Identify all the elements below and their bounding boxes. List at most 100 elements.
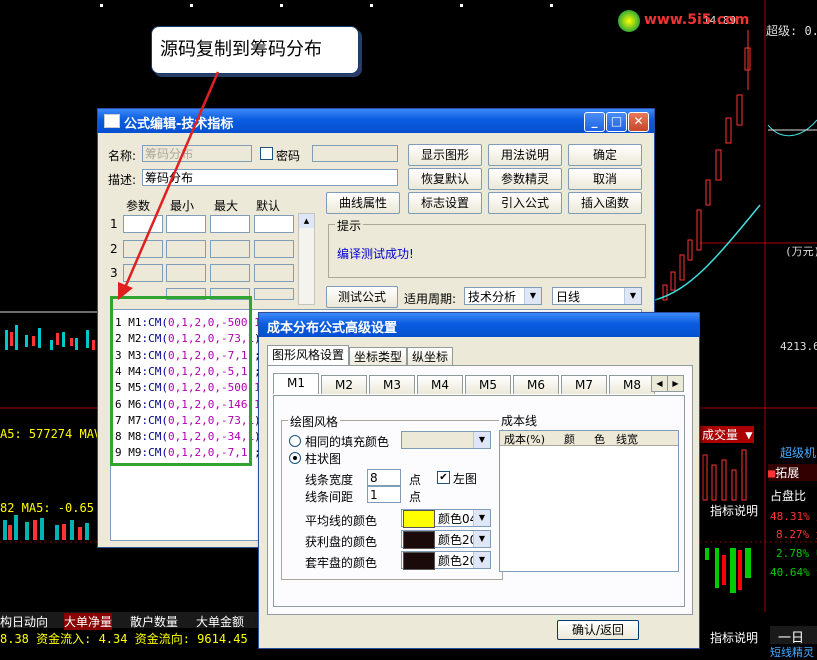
profit-color-select[interactable]: 颜色20 ▼ (401, 530, 491, 549)
param-cell[interactable] (166, 240, 206, 258)
close-button[interactable]: ✕ (628, 112, 649, 132)
m-tab-m2[interactable]: M2 (321, 375, 367, 394)
cancel-button[interactable]: 取消 (568, 168, 642, 190)
m-tab-m5[interactable]: M5 (465, 375, 511, 394)
same-fill-radio[interactable] (289, 435, 301, 447)
indicator-help-1[interactable]: 指标说明 (710, 502, 758, 519)
editor-title: 公式编辑-技术指标 (124, 117, 234, 132)
avg-color-swatch (403, 510, 435, 528)
bottom-status: 8.38 资金流入: 4.34 资金流向: 9614.45 (0, 632, 248, 646)
minimize-button[interactable]: _ (584, 112, 605, 132)
desc-label: 描述: (108, 173, 137, 187)
scroll-right-icon[interactable]: ▶ (667, 375, 684, 392)
name-label: 名称: (108, 149, 137, 163)
param-cell[interactable] (210, 215, 250, 233)
tab-y-axis[interactable]: 纵坐标 (407, 347, 453, 366)
left-chart-checkbox[interactable]: ✔ (437, 471, 450, 484)
param-cell[interactable] (254, 264, 294, 282)
tab-goujri[interactable]: 构日动向 (0, 613, 48, 630)
param-cell[interactable] (254, 215, 294, 233)
param-cell[interactable] (210, 264, 250, 282)
pct-1: 48.31% 超 (770, 510, 817, 523)
test-formula-button[interactable]: 测试公式 (326, 286, 398, 308)
cost-header-color1[interactable]: 颜 (564, 431, 575, 447)
line-width-field[interactable]: 8 (367, 469, 401, 486)
m-tab-m6[interactable]: M6 (513, 375, 559, 394)
tuozhan-label: 拓展 (775, 466, 800, 480)
maximize-button[interactable]: □ (606, 112, 627, 132)
bar-chart-radio[interactable] (289, 452, 301, 464)
indicator-help-2[interactable]: 指标说明 (710, 629, 758, 646)
param-row-num: 3 (110, 266, 118, 280)
tab-coord-type[interactable]: 坐标类型 (349, 347, 407, 366)
param-scrollbar[interactable]: ▲ (298, 213, 315, 305)
trapped-color-label: 套牢盘的颜色 (305, 556, 378, 570)
pct-2: 8.27% 大 (776, 528, 817, 541)
insert-function-button[interactable]: 插入函数 (568, 192, 642, 214)
param-header-default: 默认 (256, 199, 281, 213)
advanced-titlebar[interactable]: 成本分布公式高级设置 (259, 313, 699, 337)
m-tabs: M1 M2 M3 M4 M5 M6 M7 M8 (273, 373, 683, 397)
trapped-color-swatch (403, 552, 435, 570)
desc-field[interactable]: 筹码分布 (142, 169, 398, 186)
tab-dadan-jine[interactable]: 大单金额 (196, 613, 244, 630)
cost-header-width[interactable]: 线宽 (616, 431, 638, 447)
m-tab-m7[interactable]: M7 (561, 375, 607, 394)
password-checkbox[interactable] (260, 147, 273, 160)
tuozhan-button[interactable]: ■拓展 (768, 464, 817, 481)
name-field[interactable]: 筹码分布 (142, 145, 252, 162)
param-cell[interactable] (254, 240, 294, 258)
period-type-select[interactable]: 技术分析 ▼ (464, 287, 542, 305)
m-tab-m8[interactable]: M8 (609, 375, 655, 394)
scroll-left-icon[interactable]: ◀ (651, 375, 668, 392)
param-cell[interactable] (123, 264, 163, 282)
chaoji-label: 超级机 (780, 446, 817, 460)
param-cell[interactable] (166, 264, 206, 282)
hint-group: 提示 编译测试成功! (328, 217, 646, 278)
line-gap-field[interactable]: 1 (367, 486, 401, 503)
advanced-settings-dialog: 成本分布公式高级设置 图形风格设置 坐标类型 纵坐标 M1 M2 M3 M4 M5 M6 M… (258, 312, 700, 649)
m-tab-scroll[interactable]: ◀ ▶ (651, 375, 684, 392)
logo-icon (618, 10, 640, 32)
param-cell[interactable] (166, 215, 206, 233)
m-tab-m3[interactable]: M3 (369, 375, 415, 394)
cost-line-caption: 成本线 (499, 412, 540, 429)
m-tab-m4[interactable]: M4 (417, 375, 463, 394)
tab-graph-style[interactable]: 图形风格设置 (267, 345, 349, 366)
trapped-color-select[interactable]: 颜色20 ▼ (401, 551, 491, 570)
ok-button[interactable]: 确定 (568, 144, 642, 166)
param-cell[interactable] (123, 240, 163, 258)
password-field[interactable] (312, 145, 398, 162)
chevron-down-icon: ▼ (473, 552, 490, 568)
param-cell[interactable] (254, 288, 294, 300)
pct-3: 2.78% 中 (776, 547, 817, 560)
axis-unit-label: (万元) (785, 245, 817, 258)
cost-list-header: 成本(%) 颜 色 线宽 (500, 431, 678, 446)
tab-dadan-jingliang[interactable]: 大单净量 (64, 613, 113, 630)
same-fill-label: 相同的填充颜色 (305, 435, 390, 449)
confirm-return-button[interactable]: 确认/返回 (557, 620, 639, 640)
period-select[interactable]: 日线 ▼ (552, 287, 642, 305)
show-graph-button[interactable]: 显示图形 (408, 144, 482, 166)
param-cell[interactable] (210, 240, 250, 258)
cost-line-list[interactable]: 成本(%) 颜 色 线宽 (499, 430, 679, 572)
usage-button[interactable]: 用法说明 (488, 144, 562, 166)
param-wizard-button[interactable]: 参数精灵 (488, 168, 562, 190)
import-formula-button[interactable]: 引入公式 (488, 192, 562, 214)
axis-value: 4213.6 (780, 340, 817, 353)
avg-color-select[interactable]: 颜色04 ▼ (401, 509, 491, 528)
curve-props-button[interactable]: 曲线属性 (326, 192, 400, 214)
m-tab-m1[interactable]: M1 (273, 373, 319, 394)
cost-header-percent[interactable]: 成本(%) (504, 431, 545, 447)
draw-style-caption: 绘图风格 (288, 413, 341, 430)
flag-settings-button[interactable]: 标志设置 (408, 192, 482, 214)
scroll-up-icon[interactable]: ▲ (299, 214, 314, 228)
param-cell[interactable] (123, 215, 163, 233)
tab-sanhu-shuliang[interactable]: 散户数量 (130, 613, 178, 630)
editor-titlebar[interactable]: 公式编辑-技术指标 _ □ ✕ (98, 109, 654, 133)
same-fill-color-select[interactable]: ▼ (401, 431, 491, 449)
restore-default-button[interactable]: 恢复默认 (408, 168, 482, 190)
maximize-icon: □ (610, 114, 623, 128)
cost-header-color2[interactable]: 色 (594, 431, 605, 447)
line-gap-unit: 点 (409, 490, 422, 504)
